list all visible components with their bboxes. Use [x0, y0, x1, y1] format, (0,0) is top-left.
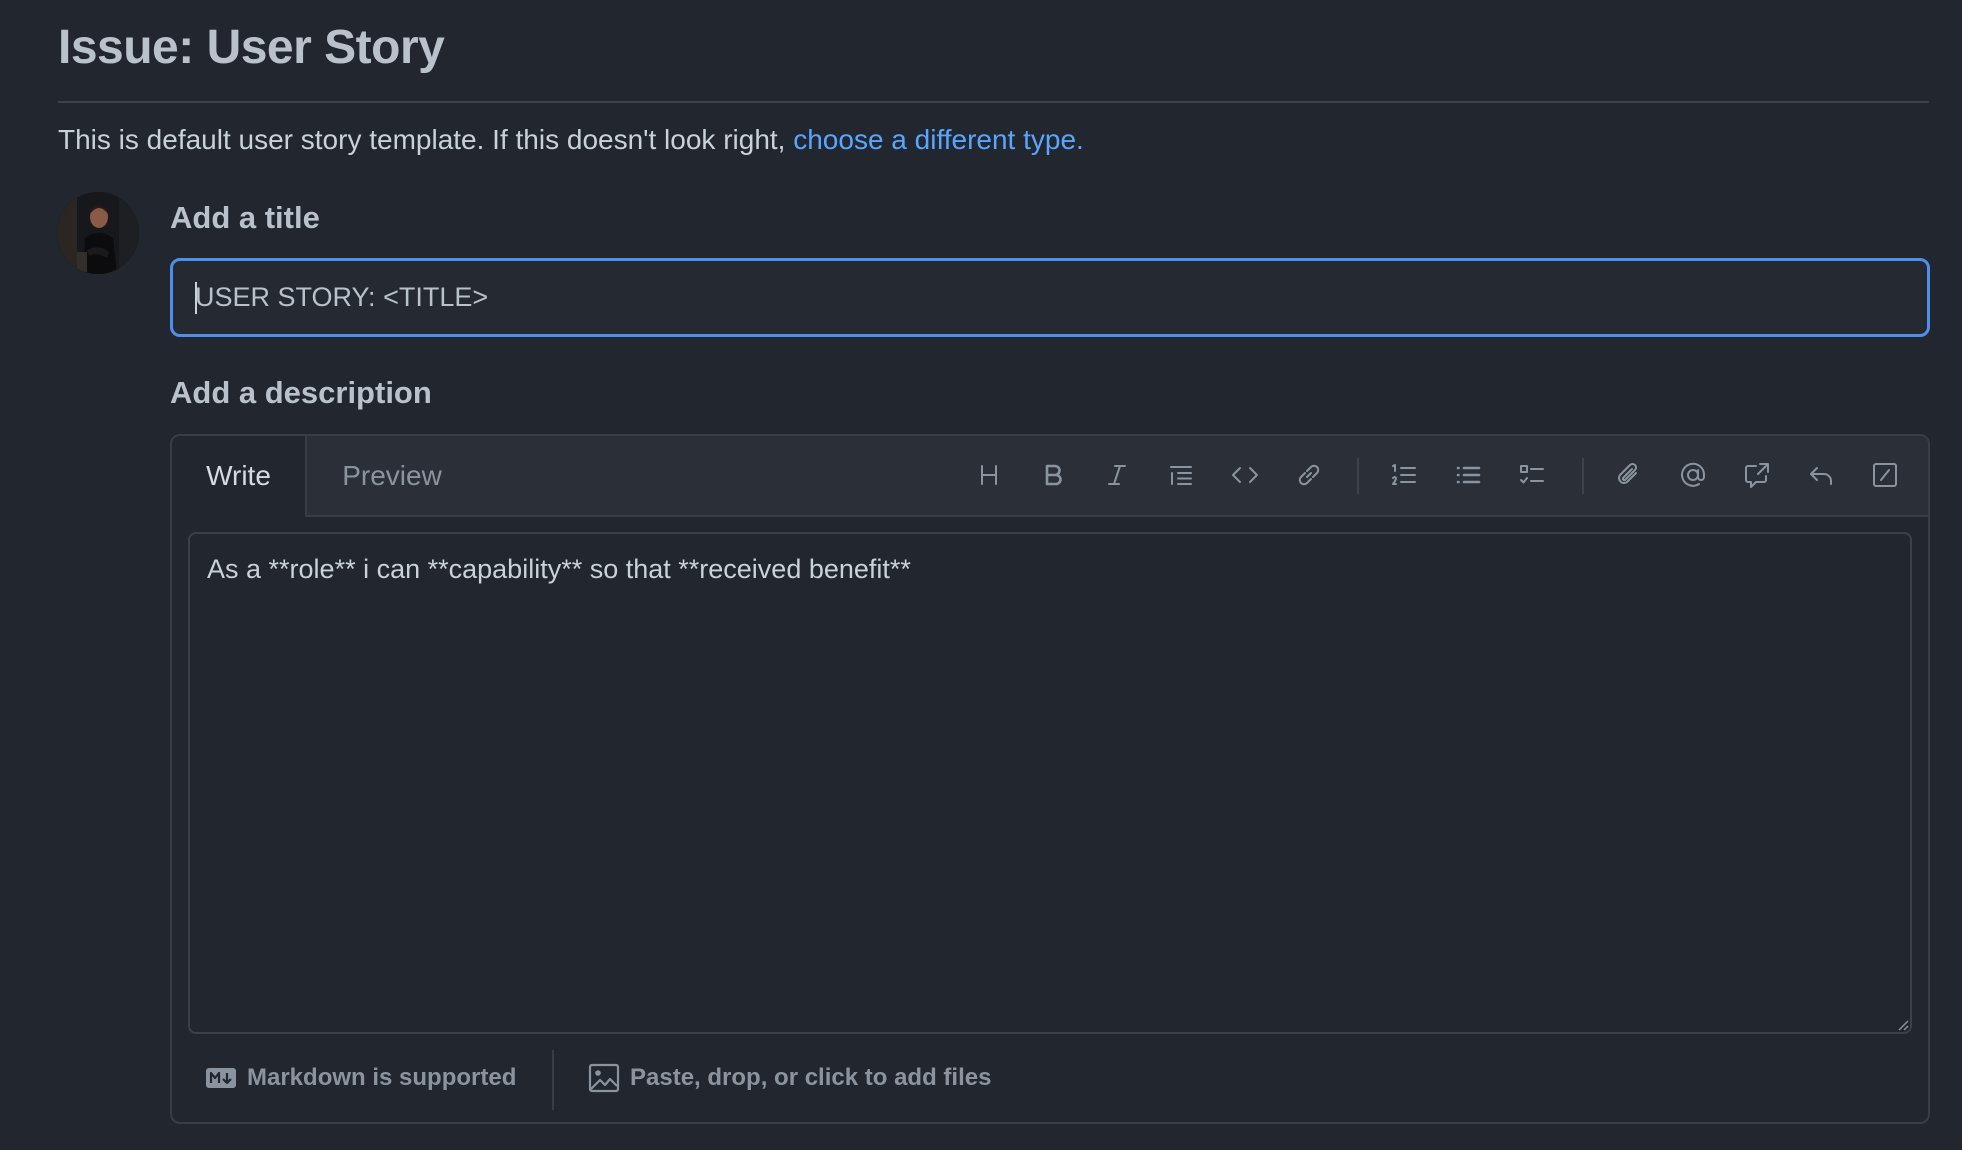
title-label: Add a title	[170, 200, 320, 235]
resize-handle-icon[interactable]	[1897, 1019, 1909, 1031]
add-files-button[interactable]: Paste, drop, or click to add files	[588, 1056, 991, 1100]
avatar	[57, 192, 139, 274]
link-icon[interactable]	[1287, 453, 1331, 497]
template-note-text: This is default user story template. If …	[58, 124, 794, 155]
saved-reply-icon[interactable]	[1799, 453, 1843, 497]
choose-different-type-link[interactable]: choose a different type.	[793, 124, 1084, 155]
toolbar-divider	[1357, 458, 1359, 494]
add-files-label: Paste, drop, or click to add files	[630, 1064, 992, 1091]
toolbar-divider	[1582, 458, 1584, 494]
title-input[interactable]	[170, 258, 1930, 337]
description-textarea[interactable]: As a **role** i can **capability** so th…	[188, 532, 1912, 1034]
code-icon[interactable]	[1223, 453, 1267, 497]
footer-divider	[552, 1050, 554, 1110]
mention-icon[interactable]	[1671, 453, 1715, 497]
bullet-list-icon[interactable]	[1446, 453, 1490, 497]
slash-command-icon[interactable]	[1863, 453, 1907, 497]
comment-editor: Write Preview As a **role** i can **capa…	[170, 434, 1930, 1124]
markdown-supported-link[interactable]: Markdown is supported	[205, 1056, 516, 1100]
heading-icon[interactable]	[967, 453, 1011, 497]
task-list-icon[interactable]	[1510, 453, 1554, 497]
markdown-icon	[206, 1068, 236, 1088]
image-icon	[588, 1063, 620, 1093]
template-note: This is default user story template. If …	[58, 124, 1084, 156]
tab-write[interactable]: Write	[172, 436, 307, 517]
text-caret	[195, 282, 197, 314]
page-title: Issue: User Story	[58, 21, 445, 74]
italic-icon[interactable]	[1095, 453, 1139, 497]
issue-form-page: Issue: User Story This is default user s…	[0, 0, 1962, 1150]
title-divider	[58, 101, 1929, 103]
description-label: Add a description	[170, 375, 432, 410]
cross-reference-icon[interactable]	[1735, 453, 1779, 497]
numbered-list-icon[interactable]	[1382, 453, 1426, 497]
editor-footer: Markdown is supported Paste, drop, or cl…	[172, 1042, 1928, 1122]
markdown-label: Markdown is supported	[247, 1064, 517, 1091]
editor-header: Write Preview	[172, 436, 1928, 517]
quote-icon[interactable]	[1159, 453, 1203, 497]
bold-icon[interactable]	[1031, 453, 1075, 497]
attach-icon[interactable]	[1607, 453, 1651, 497]
tab-preview[interactable]: Preview	[307, 436, 477, 515]
